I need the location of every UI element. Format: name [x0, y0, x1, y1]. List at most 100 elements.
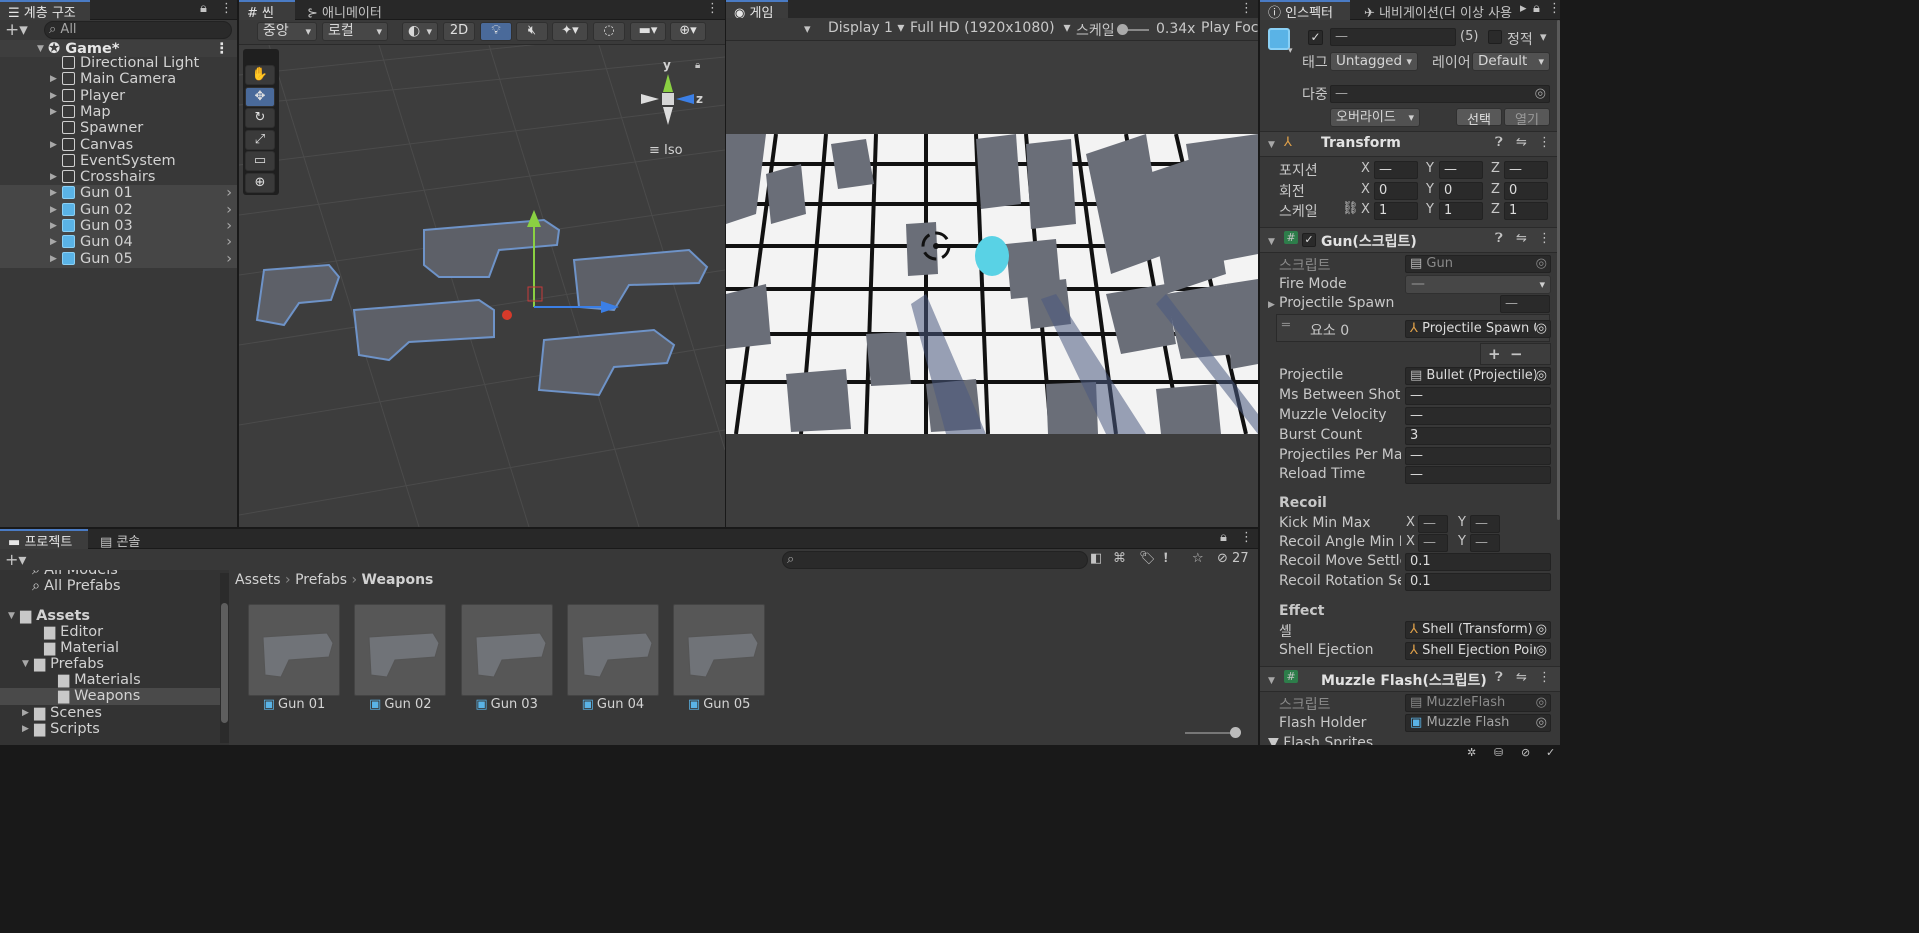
expand-icon[interactable]: ▶ [50, 202, 57, 219]
folder-material[interactable]: ▆ Material [0, 640, 229, 657]
transform-tool-button[interactable]: ⊕ [245, 172, 275, 193]
scene-view[interactable]: # 씬 ⊱ 애니메이터 ⋮ 중앙 로컬 ◐ 2D 💡︎ 🔇︎ ✦▾ ◌ ▬▾ ⊕… [239, 0, 725, 527]
scene-menu-icon[interactable]: ⋮ [706, 1, 719, 16]
display-dropdown[interactable]: Display 1 ▾ [828, 20, 904, 36]
select-button[interactable]: 선택 [1456, 108, 1502, 128]
expand-icon[interactable]: ▶ [22, 705, 29, 722]
folder-materials[interactable]: ▆ Materials [0, 672, 229, 689]
expand-icon[interactable]: ▼ [8, 608, 15, 625]
project-lock-icon[interactable]: 🔒︎ [1220, 530, 1227, 545]
menu-icon[interactable]: ⋮ [220, 1, 233, 16]
preset-icon[interactable]: ⇋ [1516, 670, 1527, 685]
icon-dropdown[interactable]: ▾ [1288, 46, 1293, 56]
shell-field[interactable]: ⅄ Shell (Transform) ◎ [1405, 621, 1551, 639]
asset-thumbnail[interactable] [460, 604, 553, 696]
folder-weapons[interactable]: ▆ Weapons [0, 688, 229, 705]
tab-project[interactable]: ▬ 프로젝트 [0, 529, 88, 550]
breadcrumb-assets[interactable]: Assets [235, 572, 281, 588]
tab-game[interactable]: ◉ 게임 [726, 0, 788, 21]
folder-scenes[interactable]: ▶ ▆ Scenes [0, 705, 229, 722]
open-prefab-icon[interactable]: › [226, 234, 232, 251]
tag-dropdown[interactable]: Untagged [1330, 52, 1418, 71]
transform-scale-z-field[interactable]: 1 [1504, 202, 1548, 220]
overrides-dropdown[interactable]: 오버라이드 [1330, 108, 1420, 127]
expand-icon[interactable]: ▶ [50, 104, 57, 121]
scale-slider[interactable] [1117, 24, 1149, 35]
resolution-dropdown[interactable]: Full HD (1920x1080) ▾ [910, 20, 1071, 36]
open-prefab-icon[interactable]: › [226, 218, 232, 235]
lock-icon[interactable]: 🔒︎ [200, 1, 207, 16]
gizmos-dropdown[interactable]: ⊕▾ [670, 22, 706, 41]
transform-rot-y-field[interactable]: 0 [1439, 181, 1483, 200]
effects-toggle[interactable]: ✦▾ [552, 22, 588, 41]
game-menu-icon[interactable]: ⋮ [1240, 1, 1253, 16]
ms-between-field[interactable]: — [1405, 387, 1551, 405]
target-icon[interactable]: ◎ [1535, 321, 1547, 337]
hierarchy-search[interactable]: ⌕ All [44, 21, 232, 39]
hierarchy-item[interactable]: Directional Light [0, 55, 237, 72]
expand-icon[interactable]: ▶ [50, 185, 57, 202]
constrain-proportions-icon[interactable]: ⛓ [1342, 201, 1359, 216]
audio-toggle[interactable]: 🔇︎ [516, 22, 548, 41]
expand-icon[interactable]: ▶ [50, 71, 57, 88]
static-dropdown-icon[interactable]: ▾ [1540, 30, 1547, 45]
help-icon[interactable]: ❓︎ [1495, 135, 1503, 150]
kick-x-field[interactable]: — [1418, 515, 1448, 533]
gizmo-lock-icon[interactable]: 🔒︎ [695, 60, 700, 71]
target-icon[interactable]: ◎ [1535, 86, 1546, 102]
favorite-item[interactable]: ⌕ All Prefabs [0, 578, 229, 595]
hierarchy-item[interactable]: ▶ Gun 04 › [0, 234, 237, 252]
hierarchy-item[interactable]: ▶ Gun 03 › [0, 218, 237, 235]
expand-icon[interactable]: ▼ [22, 656, 29, 673]
toggle-2d-button[interactable]: 2D [443, 22, 475, 41]
move-settle-field[interactable]: 0.1 [1405, 553, 1551, 571]
lighting-toggle[interactable]: 💡︎ [480, 22, 512, 41]
tree-scrollbar[interactable] [220, 573, 229, 743]
transform-scale-y-field[interactable]: 1 [1439, 202, 1483, 220]
create-icon[interactable]: +▾ [5, 550, 26, 569]
array-size-field[interactable]: — [1500, 295, 1550, 313]
hierarchy-item[interactable]: Spawner [0, 120, 237, 137]
expand-icon[interactable]: ▶ [50, 234, 57, 251]
transform-pos-x-field[interactable]: — [1374, 161, 1418, 179]
play-focus-dropdown[interactable]: Play Focu [1201, 20, 1258, 36]
game-view[interactable]: ◉ 게임 ⋮ ▾ Display 1 ▾ Full HD (1920x1080)… [726, 0, 1258, 527]
burst-field[interactable]: 3 [1405, 427, 1551, 445]
asset-label[interactable]: ▣ Gun 05 [673, 697, 765, 712]
rect-tool-button[interactable]: ▭ [245, 151, 275, 171]
shading-dropdown[interactable]: ◐ [402, 22, 438, 41]
hierarchy-item[interactable]: ▶ Canvas [0, 137, 237, 154]
tab-scroll-icon[interactable]: ▸ [1520, 1, 1527, 16]
inspector-lock-icon[interactable]: 🔒︎ [1533, 1, 1540, 16]
asset-label[interactable]: ▣ Gun 01 [248, 697, 340, 712]
asset-thumbnail[interactable] [673, 604, 766, 696]
rot-settle-field[interactable]: 0.1 [1405, 573, 1551, 591]
hidden-count[interactable]: ⊘ 27 [1217, 551, 1249, 566]
debug-icon[interactable]: ✲ [1467, 746, 1476, 759]
scale-tool-button[interactable]: ⤢ [245, 129, 275, 150]
open-prefab-icon[interactable]: › [226, 251, 232, 268]
tab-console[interactable]: ▤ 콘솔 [92, 529, 148, 550]
open-button[interactable]: 열기 [1504, 108, 1550, 128]
zoom-slider[interactable] [1185, 727, 1241, 738]
fire-mode-dropdown[interactable]: — [1405, 275, 1551, 294]
add-icon[interactable]: +▾ [5, 20, 28, 40]
gun-enabled-checkbox[interactable]: ✓ [1302, 233, 1316, 247]
angle-y-field[interactable]: — [1470, 534, 1500, 552]
help-icon[interactable]: ❓︎ [1495, 231, 1503, 246]
transform-pos-z-field[interactable]: — [1504, 161, 1548, 179]
expand-icon[interactable]: ▶ [50, 137, 57, 154]
camera-dropdown[interactable]: ▬▾ [630, 22, 666, 41]
hand-tool-button[interactable]: ✋ [245, 65, 275, 85]
tab-navigation[interactable]: ✈ 내비게이션(더 이상 사용 [1356, 0, 1521, 20]
static-checkbox[interactable] [1488, 30, 1502, 44]
expand-icon[interactable]: ▶ [50, 169, 57, 186]
active-checkbox[interactable]: ✓ [1308, 30, 1323, 45]
target-icon[interactable]: ◎ [1535, 622, 1547, 638]
view-dropdown-icon[interactable]: ▾ [804, 22, 811, 37]
component-menu-icon[interactable]: ⋮ [1538, 670, 1551, 685]
tab-animator[interactable]: ⊱ 애니메이터 [299, 0, 390, 21]
expand-icon[interactable]: ▶ [50, 251, 57, 268]
muzzle-vel-field[interactable]: — [1405, 407, 1551, 425]
projectile-field[interactable]: ▤ Bullet (Projectile) ◎ [1405, 367, 1551, 385]
